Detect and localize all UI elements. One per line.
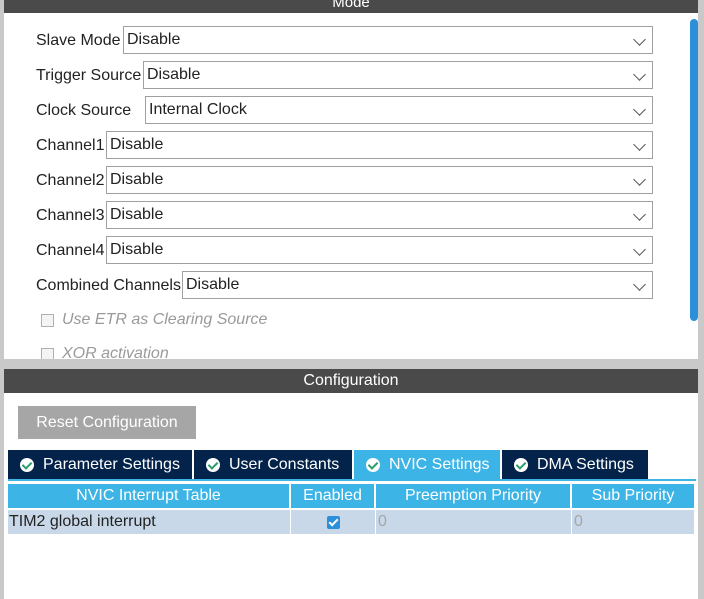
sub-priority-cell[interactable]: 0 bbox=[572, 510, 694, 534]
xor-activation-label: XOR activation bbox=[62, 345, 169, 359]
etr-clearing-checkbox[interactable] bbox=[41, 313, 54, 327]
channel1-label: Channel1 bbox=[36, 137, 105, 154]
trigger-source-label: Trigger Source bbox=[36, 67, 142, 84]
tab-underline bbox=[8, 479, 696, 481]
channel4-row: Channel4 bbox=[36, 236, 105, 266]
enabled-checkbox[interactable] bbox=[326, 515, 340, 529]
clock-source-value: Internal Clock bbox=[149, 101, 247, 118]
check-circle-icon bbox=[206, 457, 220, 472]
clock-source-row: Clock Source bbox=[36, 96, 131, 126]
chevron-down-icon bbox=[633, 173, 646, 186]
tab-nvic-settings[interactable]: NVIC Settings bbox=[354, 450, 500, 479]
xor-activation-option[interactable]: XOR activation bbox=[41, 345, 169, 359]
trigger-source-select[interactable]: Disable bbox=[143, 61, 653, 89]
configuration-header: Configuration bbox=[4, 369, 698, 393]
column-header[interactable]: Enabled bbox=[291, 484, 376, 508]
etr-clearing-option[interactable]: Use ETR as Clearing Source bbox=[41, 311, 267, 329]
combined-channels-label: Combined Channels bbox=[36, 277, 181, 294]
etr-clearing-label: Use ETR as Clearing Source bbox=[62, 311, 268, 328]
tab-label: DMA Settings bbox=[537, 455, 634, 473]
mode-panel: Slave Mode Disable Trigger Source Disabl… bbox=[4, 13, 698, 359]
tab-label: NVIC Settings bbox=[389, 455, 490, 473]
preemption-priority-cell[interactable]: 0 bbox=[376, 510, 572, 534]
slave-mode-label: Slave Mode bbox=[36, 32, 121, 49]
combined-channels-value: Disable bbox=[186, 276, 240, 293]
tab-label: User Constants bbox=[229, 455, 340, 473]
channel3-label: Channel3 bbox=[36, 207, 105, 224]
channel1-select[interactable]: Disable bbox=[106, 131, 653, 159]
channel2-select[interactable]: Disable bbox=[106, 166, 653, 194]
interrupt-name-cell: TIM2 global interrupt bbox=[8, 510, 291, 534]
combined-channels-row: Combined Channels bbox=[36, 271, 181, 301]
chevron-down-icon bbox=[633, 278, 646, 291]
config-tabs: Parameter Settings User Constants NVIC S… bbox=[8, 450, 650, 479]
channel1-value: Disable bbox=[110, 136, 164, 153]
reset-configuration-button[interactable]: Reset Configuration bbox=[18, 406, 196, 439]
slave-mode-select[interactable]: Disable bbox=[123, 26, 653, 54]
channel4-select[interactable]: Disable bbox=[106, 236, 653, 264]
chevron-down-icon bbox=[633, 103, 646, 116]
chevron-down-icon bbox=[633, 243, 646, 256]
chevron-down-icon bbox=[633, 68, 646, 81]
table-header: NVIC Interrupt Table Enabled Preemption … bbox=[8, 484, 694, 508]
trigger-source-value: Disable bbox=[147, 66, 201, 83]
channel4-value: Disable bbox=[110, 241, 164, 258]
channel3-select[interactable]: Disable bbox=[106, 201, 653, 229]
channel2-value: Disable bbox=[110, 171, 164, 188]
xor-activation-checkbox[interactable] bbox=[41, 347, 54, 359]
nvic-table: NVIC Interrupt Table Enabled Preemption … bbox=[8, 484, 694, 534]
mode-title: Mode bbox=[332, 0, 370, 11]
chevron-down-icon bbox=[633, 208, 646, 221]
slave-mode-value: Disable bbox=[127, 31, 181, 48]
tab-parameter-settings[interactable]: Parameter Settings bbox=[8, 450, 192, 479]
chevron-down-icon bbox=[633, 33, 646, 46]
channel4-label: Channel4 bbox=[36, 242, 105, 259]
check-circle-icon bbox=[366, 457, 380, 472]
channel2-row: Channel2 bbox=[36, 166, 105, 196]
table-row[interactable]: TIM2 global interrupt 0 0 bbox=[8, 510, 694, 534]
configuration-title: Configuration bbox=[303, 372, 399, 389]
chevron-down-icon bbox=[633, 138, 646, 151]
channel1-row: Channel1 bbox=[36, 131, 105, 161]
combined-channels-select[interactable]: Disable bbox=[182, 271, 653, 299]
mode-header: Mode bbox=[4, 0, 698, 13]
mode-scrollbar[interactable] bbox=[690, 19, 698, 321]
channel3-value: Disable bbox=[110, 206, 164, 223]
slave-mode-row: Slave Mode bbox=[36, 26, 121, 56]
channel2-label: Channel2 bbox=[36, 172, 105, 189]
tab-label: Parameter Settings bbox=[43, 455, 180, 473]
column-header[interactable]: Sub Priority bbox=[572, 484, 694, 508]
column-header[interactable]: NVIC Interrupt Table bbox=[8, 484, 291, 508]
channel3-row: Channel3 bbox=[36, 201, 105, 231]
clock-source-label: Clock Source bbox=[36, 102, 132, 119]
trigger-source-row: Trigger Source bbox=[36, 61, 141, 91]
enabled-cell bbox=[291, 510, 376, 534]
column-header[interactable]: Preemption Priority bbox=[376, 484, 572, 508]
check-circle-icon bbox=[514, 457, 528, 472]
configuration-panel: Reset Configuration Parameter Settings U… bbox=[4, 393, 698, 599]
check-circle-icon bbox=[20, 457, 34, 472]
tab-user-constants[interactable]: User Constants bbox=[194, 450, 352, 479]
tab-dma-settings[interactable]: DMA Settings bbox=[502, 450, 648, 479]
clock-source-select[interactable]: Internal Clock bbox=[145, 96, 653, 124]
